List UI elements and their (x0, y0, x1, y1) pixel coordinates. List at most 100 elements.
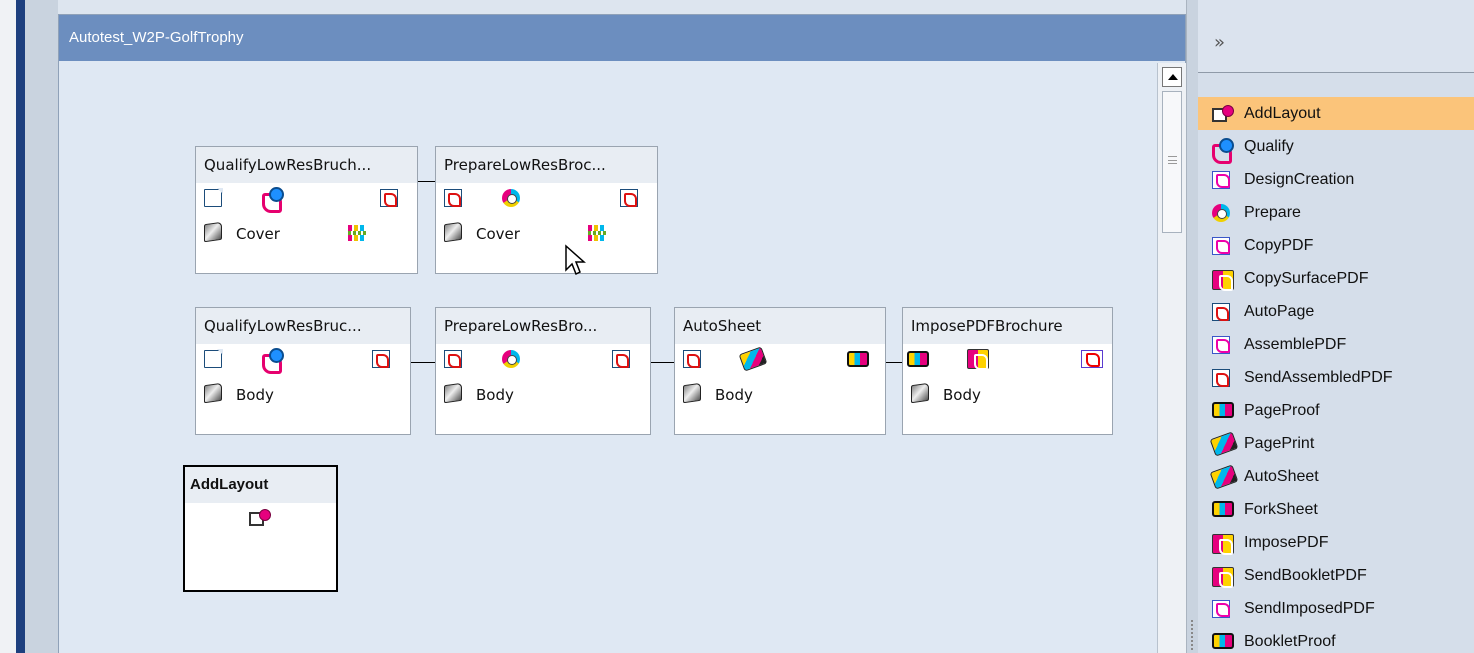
task-item-designcreation[interactable]: DesignCreation (1198, 163, 1474, 196)
task-item-sendbookletpdf[interactable]: SendBookletPDF (1198, 559, 1474, 592)
page-print-icon (1209, 431, 1239, 457)
vertical-scrollbar[interactable] (1157, 63, 1186, 653)
task-palette-panel: » AddLayout Qualify DesignCreation Prepa… (1198, 0, 1474, 653)
node-part-label: Body (943, 386, 981, 404)
task-item-pageprint[interactable]: PagePrint (1198, 427, 1474, 460)
task-item-label: AssemblePDF (1244, 336, 1347, 353)
task-item-label: SendAssembledPDF (1244, 369, 1393, 386)
left-margin (0, 0, 16, 653)
task-item-label: AutoSheet (1244, 468, 1319, 485)
page-proof-icon (1212, 402, 1234, 418)
prepare-icon (1212, 204, 1230, 222)
task-item-label: AutoPage (1244, 303, 1315, 320)
add-layout-icon (249, 509, 271, 526)
left-gutter (25, 0, 58, 653)
fork-sheet-icon (1212, 501, 1234, 517)
pdf-icon[interactable] (612, 350, 630, 368)
pdf-icon[interactable] (444, 189, 462, 207)
prepare-icon (502, 350, 520, 368)
marks-icon (348, 225, 368, 241)
node-part-label: Cover (476, 225, 520, 243)
copy-surface-pdf-icon (1212, 270, 1234, 291)
pdf-icon[interactable] (683, 350, 701, 368)
panel-header: » (1198, 0, 1474, 73)
task-item-label: ForkSheet (1244, 501, 1318, 518)
task-item-copysurfacepdf[interactable]: CopySurfacePDF (1198, 262, 1474, 295)
task-item-autopage[interactable]: AutoPage (1198, 295, 1474, 328)
left-accent-strip (16, 0, 25, 653)
task-item-sendimposedpdf[interactable]: SendImposedPDF (1198, 592, 1474, 625)
booklet-proof-icon (1212, 633, 1234, 649)
copy-pdf-icon (1212, 237, 1230, 255)
task-item-sendassembledpdf[interactable]: SendAssembledPDF (1198, 361, 1474, 394)
task-item-autosheet[interactable]: AutoSheet (1198, 460, 1474, 493)
auto-sheet-icon (1209, 464, 1239, 490)
node-part-label: Cover (236, 225, 280, 243)
node-title: AutoSheet (675, 308, 885, 344)
task-item-pageproof[interactable]: PageProof (1198, 394, 1474, 427)
task-item-copypdf[interactable]: CopyPDF (1198, 229, 1474, 262)
workflow-node[interactable]: QualifyLowResBruch... Cover (195, 146, 418, 274)
pdf-icon[interactable] (372, 350, 390, 368)
pdf-output-icon[interactable] (1081, 350, 1103, 368)
send-imposed-pdf-icon (1212, 600, 1230, 618)
book-icon (911, 382, 929, 404)
node-title: QualifyLowResBruch... (196, 147, 417, 183)
node-title: ImposePDFBrochure (903, 308, 1112, 344)
prepare-icon (502, 189, 520, 207)
selected-workflow-node[interactable]: AddLayout (183, 465, 338, 592)
task-item-label: SendBookletPDF (1244, 567, 1367, 584)
pdf-icon[interactable] (444, 350, 462, 368)
book-icon (204, 382, 222, 404)
design-creation-icon (1212, 171, 1230, 189)
task-item-label: PagePrint (1244, 435, 1315, 452)
task-item-forksheet[interactable]: ForkSheet (1198, 493, 1474, 526)
task-item-label: AddLayout (1244, 105, 1321, 122)
scroll-up-button[interactable] (1162, 67, 1182, 87)
editor-title: Autotest_W2P-GolfTrophy (59, 15, 1185, 61)
workflow-node[interactable]: ImposePDFBrochure Body (902, 307, 1113, 435)
workflow-node[interactable]: QualifyLowResBruc... Body (195, 307, 411, 435)
task-item-bookletproof[interactable]: BookletProof (1198, 625, 1474, 653)
expand-panel-button[interactable]: » (1214, 32, 1225, 53)
qualify-icon (262, 348, 284, 374)
task-item-label: Prepare (1244, 204, 1301, 221)
task-item-assemblepdf[interactable]: AssemblePDF (1198, 328, 1474, 361)
node-part-label: Body (476, 386, 514, 404)
workflow-node[interactable]: PrepareLowResBroc... Cover (435, 146, 658, 274)
task-item-addlayout[interactable]: AddLayout (1198, 97, 1474, 130)
workflow-node[interactable]: AutoSheet Body (674, 307, 886, 435)
auto-sheet-icon (738, 346, 768, 372)
task-item-label: Qualify (1244, 138, 1294, 155)
scroll-thumb[interactable] (1162, 91, 1182, 233)
impose-pdf-icon (1212, 534, 1234, 555)
node-title: PrepareLowResBroc... (436, 147, 657, 183)
task-item-prepare[interactable]: Prepare (1198, 196, 1474, 229)
qualify-icon (262, 187, 284, 213)
pdf-icon[interactable] (380, 189, 398, 207)
impose-pdf-icon (967, 349, 989, 370)
pdf-icon[interactable] (620, 189, 638, 207)
task-item-label: BookletProof (1244, 633, 1336, 650)
document-icon (204, 188, 223, 207)
workflow-node[interactable]: PrepareLowResBro... Body (435, 307, 651, 435)
workflow-canvas[interactable]: QualifyLowResBruch... Cover PrepareLowRe… (59, 61, 1158, 653)
workflow-editor: Autotest_W2P-GolfTrophy QualifyLowResBru… (58, 14, 1186, 653)
sheet-icon[interactable] (907, 351, 929, 367)
auto-page-icon (1212, 303, 1230, 321)
task-item-qualify[interactable]: Qualify (1198, 130, 1474, 164)
panel-splitter[interactable] (1186, 0, 1198, 653)
book-icon (444, 221, 462, 243)
task-item-label: ImposePDF (1244, 534, 1329, 551)
node-part-label: Body (715, 386, 753, 404)
node-title: PrepareLowResBro... (436, 308, 650, 344)
task-list: AddLayout Qualify DesignCreation Prepare… (1198, 97, 1474, 653)
task-item-label: PageProof (1244, 402, 1320, 419)
task-item-label: CopyPDF (1244, 237, 1314, 254)
sheet-icon[interactable] (847, 351, 869, 367)
marks-icon (588, 225, 608, 241)
connector-line (886, 362, 902, 363)
task-item-imposepdf[interactable]: ImposePDF (1198, 526, 1474, 559)
mouse-cursor-icon (565, 244, 586, 276)
node-title: AddLayout (185, 467, 336, 503)
